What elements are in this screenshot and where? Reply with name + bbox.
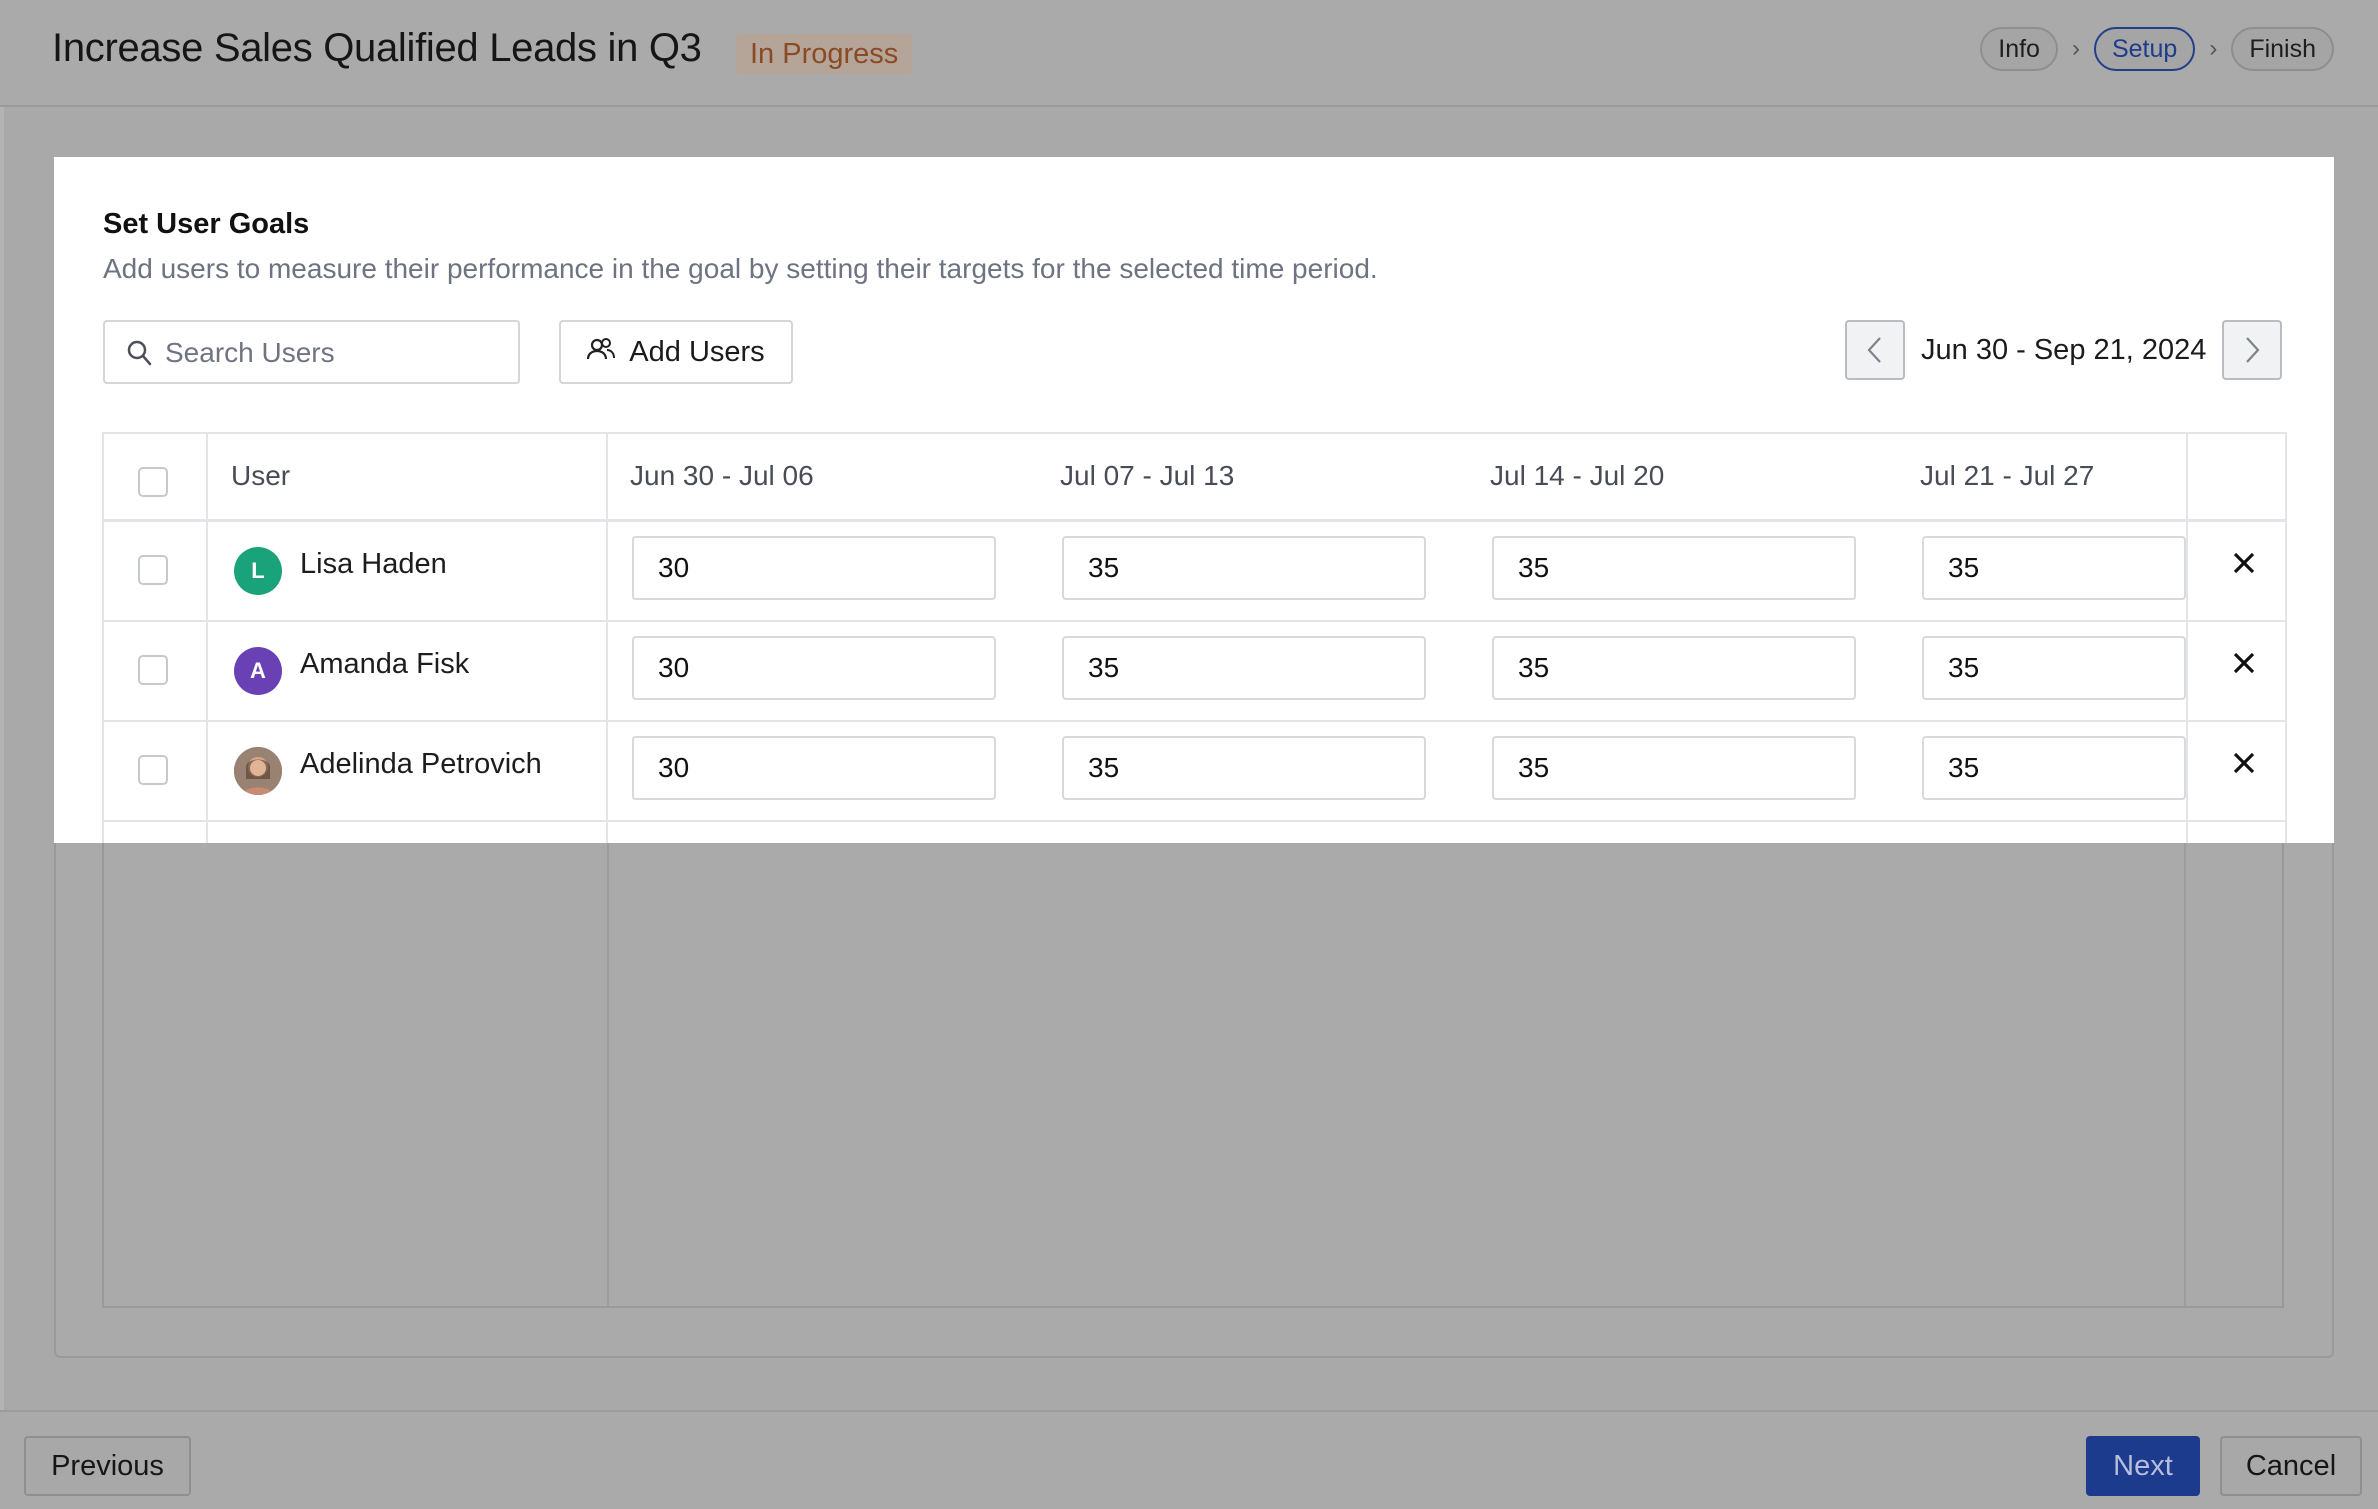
- section-description: Add users to measure their performance i…: [103, 253, 1378, 284]
- previous-button[interactable]: Previous: [24, 1436, 191, 1496]
- column-header-week: Jun 30 - Jul 06: [630, 460, 814, 491]
- select-all-checkbox[interactable]: [138, 467, 168, 497]
- column-header-week: Jul 14 - Jul 20: [1490, 460, 1665, 491]
- search-input[interactable]: [165, 334, 505, 372]
- goal-input[interactable]: [1492, 636, 1856, 700]
- step-finish[interactable]: Finish: [2231, 27, 2334, 71]
- chevron-right-icon: ›: [2071, 35, 2080, 62]
- goal-input[interactable]: [632, 636, 996, 700]
- goal-input[interactable]: [632, 536, 996, 600]
- user-goals-panel: Set User Goals Add users to measure thei…: [54, 157, 2334, 843]
- user-name: Amanda Fisk: [300, 648, 470, 680]
- step-info[interactable]: Info: [1980, 27, 2058, 71]
- goal-input[interactable]: [632, 736, 996, 800]
- page-title: Increase Sales Qualified Leads in Q3: [52, 26, 702, 70]
- next-period-button[interactable]: [2222, 320, 2283, 380]
- chevron-right-icon: [2246, 337, 2260, 363]
- add-users-label: Add Users: [629, 335, 765, 368]
- close-icon: [2233, 752, 2255, 774]
- chevron-left-icon: [1867, 337, 1881, 363]
- add-users-button[interactable]: Add Users: [559, 320, 793, 384]
- table-row: L Lisa Haden: [104, 522, 2285, 622]
- table-row: A Amanda Fisk: [104, 622, 2285, 722]
- previous-period-button[interactable]: [1845, 320, 1905, 380]
- row-checkbox[interactable]: [138, 655, 168, 685]
- user-name: Lisa Haden: [300, 548, 447, 580]
- chevron-right-icon: ›: [2209, 35, 2218, 62]
- remove-user-button[interactable]: [2231, 650, 2257, 676]
- goal-input[interactable]: [1922, 736, 2186, 800]
- page-header: Increase Sales Qualified Leads in Q3 In …: [0, 0, 2378, 107]
- column-header-user: User: [231, 460, 291, 491]
- step-setup[interactable]: Setup: [2093, 27, 2196, 71]
- search-box[interactable]: [103, 320, 520, 384]
- wizard-footer: Previous Next Cancel: [0, 1410, 2378, 1509]
- goal-input[interactable]: [1492, 536, 1856, 600]
- row-checkbox[interactable]: [138, 555, 168, 585]
- date-navigator: Jun 30 - Sep 21, 2024: [1845, 320, 2283, 380]
- user-name: Adelinda Petrovich: [300, 748, 542, 780]
- table-header: User Jun 30 - Jul 06 Jul 07 - Jul 13 Jul…: [104, 434, 2285, 522]
- goal-input[interactable]: [1922, 536, 2186, 600]
- date-range: Jun 30 - Sep 21, 2024: [1921, 333, 2207, 366]
- column-header-week: Jul 21 - Jul 27: [1920, 460, 2095, 491]
- status-badge: In Progress: [736, 34, 913, 74]
- goal-input[interactable]: [1922, 636, 2186, 700]
- users-icon: [587, 336, 616, 369]
- remove-user-button[interactable]: [2231, 550, 2257, 576]
- row-checkbox[interactable]: [138, 755, 168, 785]
- cancel-button[interactable]: Cancel: [2220, 1436, 2362, 1496]
- window-edge: [0, 0, 4, 1509]
- next-button[interactable]: Next: [2086, 1436, 2200, 1496]
- search-icon: [127, 340, 153, 373]
- stepper: Info › Setup › Finish: [1980, 27, 2334, 71]
- user-goals-table: User Jun 30 - Jul 06 Jul 07 - Jul 13 Jul…: [102, 432, 2287, 843]
- avatar: A: [234, 647, 282, 695]
- table-row: Adelinda Petrovich: [104, 722, 2285, 822]
- goal-input[interactable]: [1062, 736, 1426, 800]
- goal-input[interactable]: [1062, 636, 1426, 700]
- avatar: L: [234, 547, 282, 595]
- close-icon: [2233, 652, 2255, 674]
- goal-input[interactable]: [1492, 736, 1856, 800]
- column-header-week: Jul 07 - Jul 13: [1060, 460, 1235, 491]
- close-icon: [2233, 552, 2255, 574]
- avatar: [234, 747, 282, 795]
- remove-user-button[interactable]: [2231, 750, 2257, 776]
- section-title: Set User Goals: [103, 208, 310, 240]
- goal-input[interactable]: [1062, 536, 1426, 600]
